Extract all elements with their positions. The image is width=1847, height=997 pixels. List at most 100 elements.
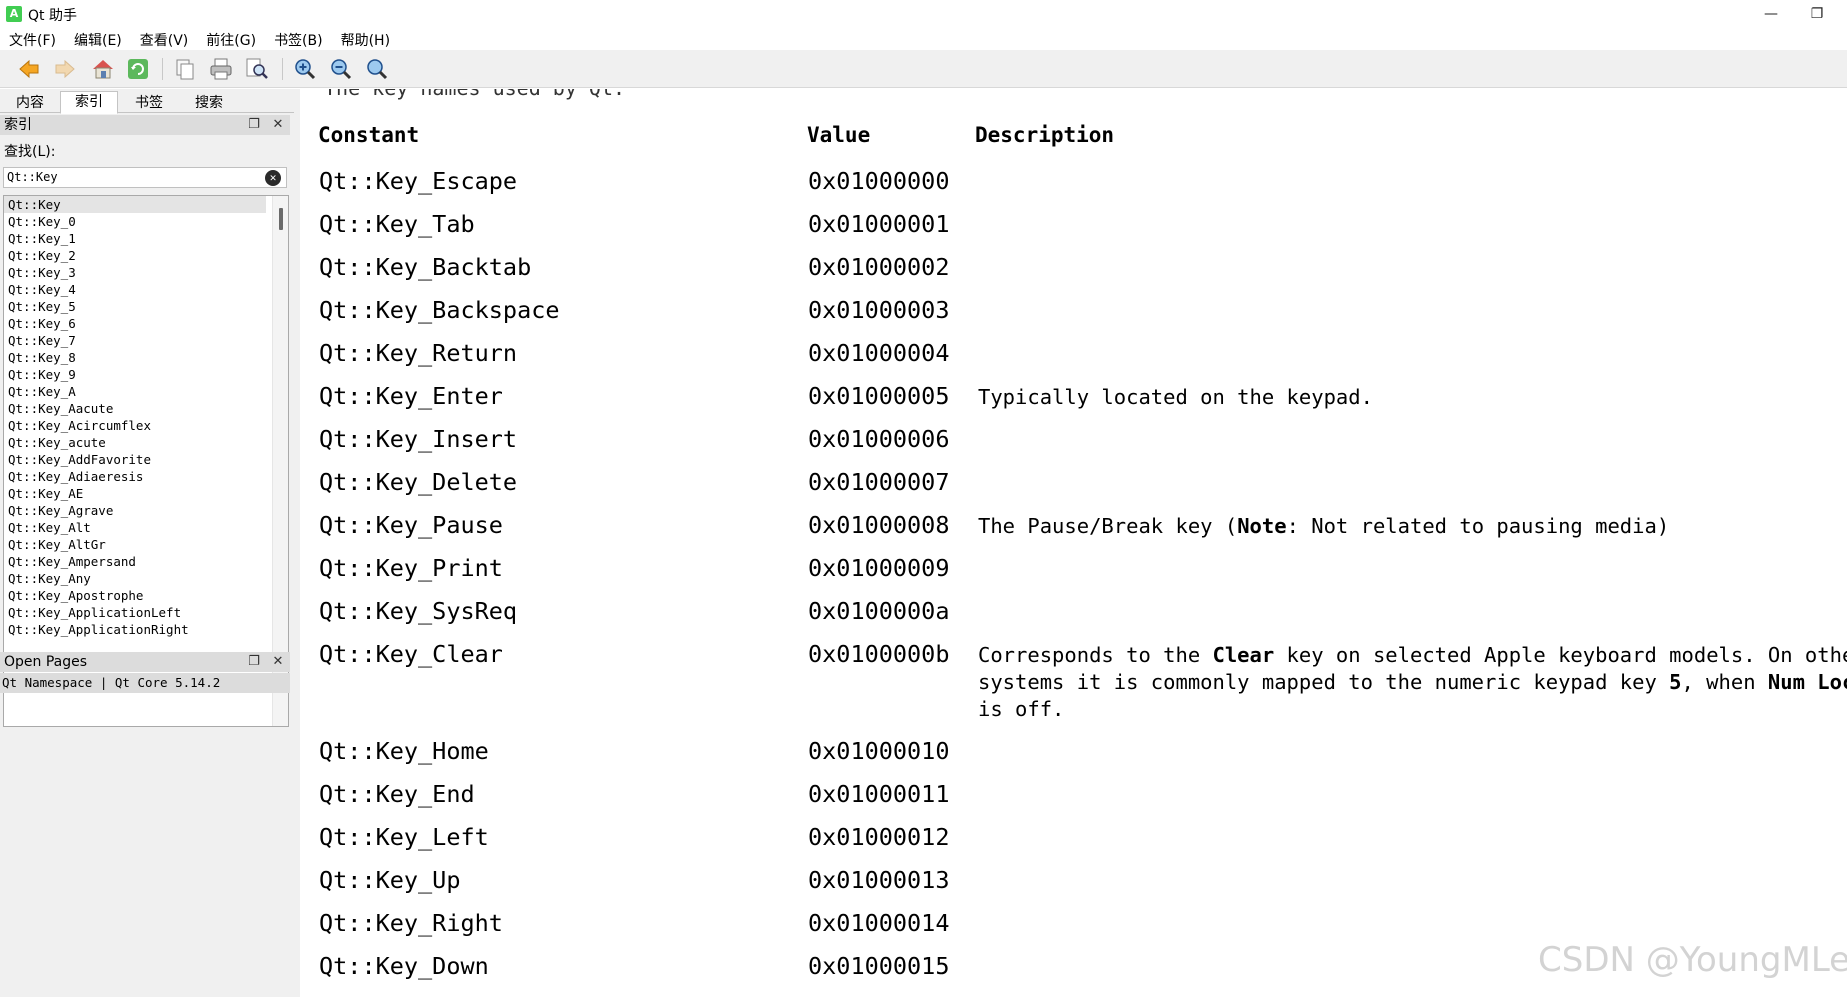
home-icon[interactable] xyxy=(90,56,116,82)
index-item[interactable]: Qt::Key_A xyxy=(4,383,288,400)
index-item[interactable]: Qt::Key_8 xyxy=(4,349,288,366)
forward-icon[interactable] xyxy=(52,56,78,82)
description-text: systems it is commonly mapped to the num… xyxy=(978,670,1670,694)
description-line: Corresponds to the Clear key on selected… xyxy=(978,642,1847,669)
description-text: : Not related to pausing media) xyxy=(1286,514,1670,538)
description-bold-text: Note xyxy=(1237,514,1287,538)
index-item[interactable]: Qt::Key_5 xyxy=(4,298,288,315)
menu-view[interactable]: 查看(V) xyxy=(131,28,198,50)
index-item[interactable]: Qt::Key_Adiaeresis xyxy=(4,468,288,485)
title-bar: A Qt 助手 — ❐ xyxy=(0,0,1847,28)
index-item[interactable]: Qt::Key_Acircumflex xyxy=(4,417,288,434)
index-item[interactable]: Qt::Key_4 xyxy=(4,281,288,298)
index-item[interactable]: Qt::Key_AddFavorite xyxy=(4,451,288,468)
app-icon: A xyxy=(6,6,22,22)
index-item[interactable]: Qt::Key_Alt xyxy=(4,519,288,536)
tab-index[interactable]: 索引 xyxy=(60,91,118,114)
sidebar-tabbar: 内容 索引 书签 搜索 xyxy=(0,89,294,114)
menu-file[interactable]: 文件(F) xyxy=(0,28,65,50)
value-cell: 0x01000006 xyxy=(808,425,950,453)
back-icon[interactable] xyxy=(16,56,42,82)
index-item[interactable]: Qt::Key_Any xyxy=(4,570,288,587)
constant-cell: Qt::Key_Delete xyxy=(319,468,518,496)
constant-cell: Qt::Key_Left xyxy=(319,823,489,851)
open-pages-dock-header: Open Pages ❐ ✕ xyxy=(0,652,290,672)
index-items: Qt::Key Qt::Key_0 Qt::Key_1 Qt::Key_2 Qt::Ke… xyxy=(4,196,288,638)
constant-cell: Qt::Key_Return xyxy=(319,339,518,367)
constant-cell: Qt::Key_Clear xyxy=(319,640,503,668)
constant-cell: Qt::Key_Down xyxy=(319,952,489,980)
value-cell: 0x01000009 xyxy=(808,554,950,582)
menu-edit[interactable]: 编辑(E) xyxy=(65,28,131,50)
value-cell: 0x01000007 xyxy=(808,468,950,496)
minimize-button[interactable]: — xyxy=(1748,2,1794,26)
find-icon[interactable] xyxy=(244,56,270,82)
float-icon[interactable]: ❐ xyxy=(246,117,262,133)
close-icon[interactable]: ✕ xyxy=(270,654,286,670)
maximize-button[interactable]: ❐ xyxy=(1794,2,1840,26)
index-item[interactable]: Qt::Key_ApplicationRight xyxy=(4,621,288,638)
index-item[interactable]: Qt::Key_3 xyxy=(4,264,288,281)
constant-cell: Qt::Key_Enter xyxy=(319,382,503,410)
index-item[interactable]: Qt::Key_1 xyxy=(4,230,288,247)
tab-bookmarks[interactable]: 书签 xyxy=(120,92,178,113)
zoom-reset-icon[interactable] xyxy=(364,56,390,82)
index-item[interactable]: Qt::Key_AE xyxy=(4,485,288,502)
menu-help[interactable]: 帮助(H) xyxy=(332,28,399,50)
value-cell: 0x01000013 xyxy=(808,866,950,894)
clear-search-icon[interactable]: ✕ xyxy=(265,170,281,186)
index-item[interactable]: Qt::Key_AltGr xyxy=(4,536,288,553)
index-item[interactable]: Qt::Key_ApplicationLeft xyxy=(4,604,288,621)
index-item[interactable]: Qt::Key_9 xyxy=(4,366,288,383)
sync-icon[interactable] xyxy=(125,56,151,82)
print-icon[interactable] xyxy=(208,56,234,82)
intro-text: The key names used by Qt. xyxy=(324,89,625,100)
open-page-item[interactable]: Qt Namespace | Qt Core 5.14.2 xyxy=(0,673,290,693)
description-text: The Pause/Break key ( xyxy=(978,514,1238,538)
index-item[interactable]: Qt::Key_Agrave xyxy=(4,502,288,519)
value-cell: 0x01000008 xyxy=(808,511,950,539)
zoom-out-icon[interactable] xyxy=(328,56,354,82)
index-list[interactable]: Qt::Key Qt::Key_0 Qt::Key_1 Qt::Key_2 Qt::Ke… xyxy=(3,195,289,727)
value-cell: 0x01000005 xyxy=(808,382,950,410)
index-item[interactable]: Qt::Key_Aacute xyxy=(4,400,288,417)
index-item[interactable]: Qt::Key xyxy=(4,196,266,213)
description-text: , when xyxy=(1681,670,1768,694)
index-item[interactable]: Qt::Key_Apostrophe xyxy=(4,587,288,604)
copy-icon[interactable] xyxy=(172,56,198,82)
index-item[interactable]: Qt::Key_Ampersand xyxy=(4,553,288,570)
description-bold-text: Num Lock xyxy=(1767,670,1847,694)
index-scrollbar[interactable] xyxy=(272,196,288,726)
index-item[interactable]: Qt::Key_2 xyxy=(4,247,288,264)
scrollbar-thumb[interactable] xyxy=(279,208,283,230)
constant-cell: Qt::Key_Up xyxy=(319,866,461,894)
index-search-input[interactable]: Qt::Key ✕ xyxy=(3,167,287,188)
constant-cell: Qt::Key_Pause xyxy=(319,511,503,539)
index-item[interactable]: Qt::Key_0 xyxy=(4,213,288,230)
watermark: CSDN @YoungMLet xyxy=(1538,940,1847,980)
constant-cell: Qt::Key_SysReq xyxy=(319,597,518,625)
window-title: Qt 助手 xyxy=(28,8,77,24)
menu-bookmarks[interactable]: 书签(B) xyxy=(265,28,332,50)
description-line: is off. xyxy=(978,696,1847,723)
header-description: Description xyxy=(975,123,1115,147)
zoom-in-icon[interactable] xyxy=(292,56,318,82)
value-cell: 0x01000010 xyxy=(808,737,950,765)
close-icon[interactable]: ✕ xyxy=(270,117,286,133)
index-item[interactable]: Qt::Key_acute xyxy=(4,434,288,451)
float-icon[interactable]: ❐ xyxy=(246,654,262,670)
constant-cell: Qt::Key_End xyxy=(319,780,475,808)
constant-cell: Qt::Key_Right xyxy=(319,909,503,937)
value-cell: 0x01000000 xyxy=(808,167,950,195)
description-bold-text: 5 xyxy=(1669,670,1682,694)
index-item[interactable]: Qt::Key_6 xyxy=(4,315,288,332)
toolbar xyxy=(0,50,1847,88)
index-item[interactable]: Qt::Key_7 xyxy=(4,332,288,349)
toolbar-separator xyxy=(282,58,283,80)
header-value: Value xyxy=(807,123,871,147)
open-pages-title: Open Pages xyxy=(4,654,88,670)
description-bold-text: Clear xyxy=(1212,643,1275,667)
tab-search[interactable]: 搜索 xyxy=(180,92,238,113)
menu-go[interactable]: 前往(G) xyxy=(197,28,265,50)
tab-contents[interactable]: 内容 xyxy=(2,92,58,113)
